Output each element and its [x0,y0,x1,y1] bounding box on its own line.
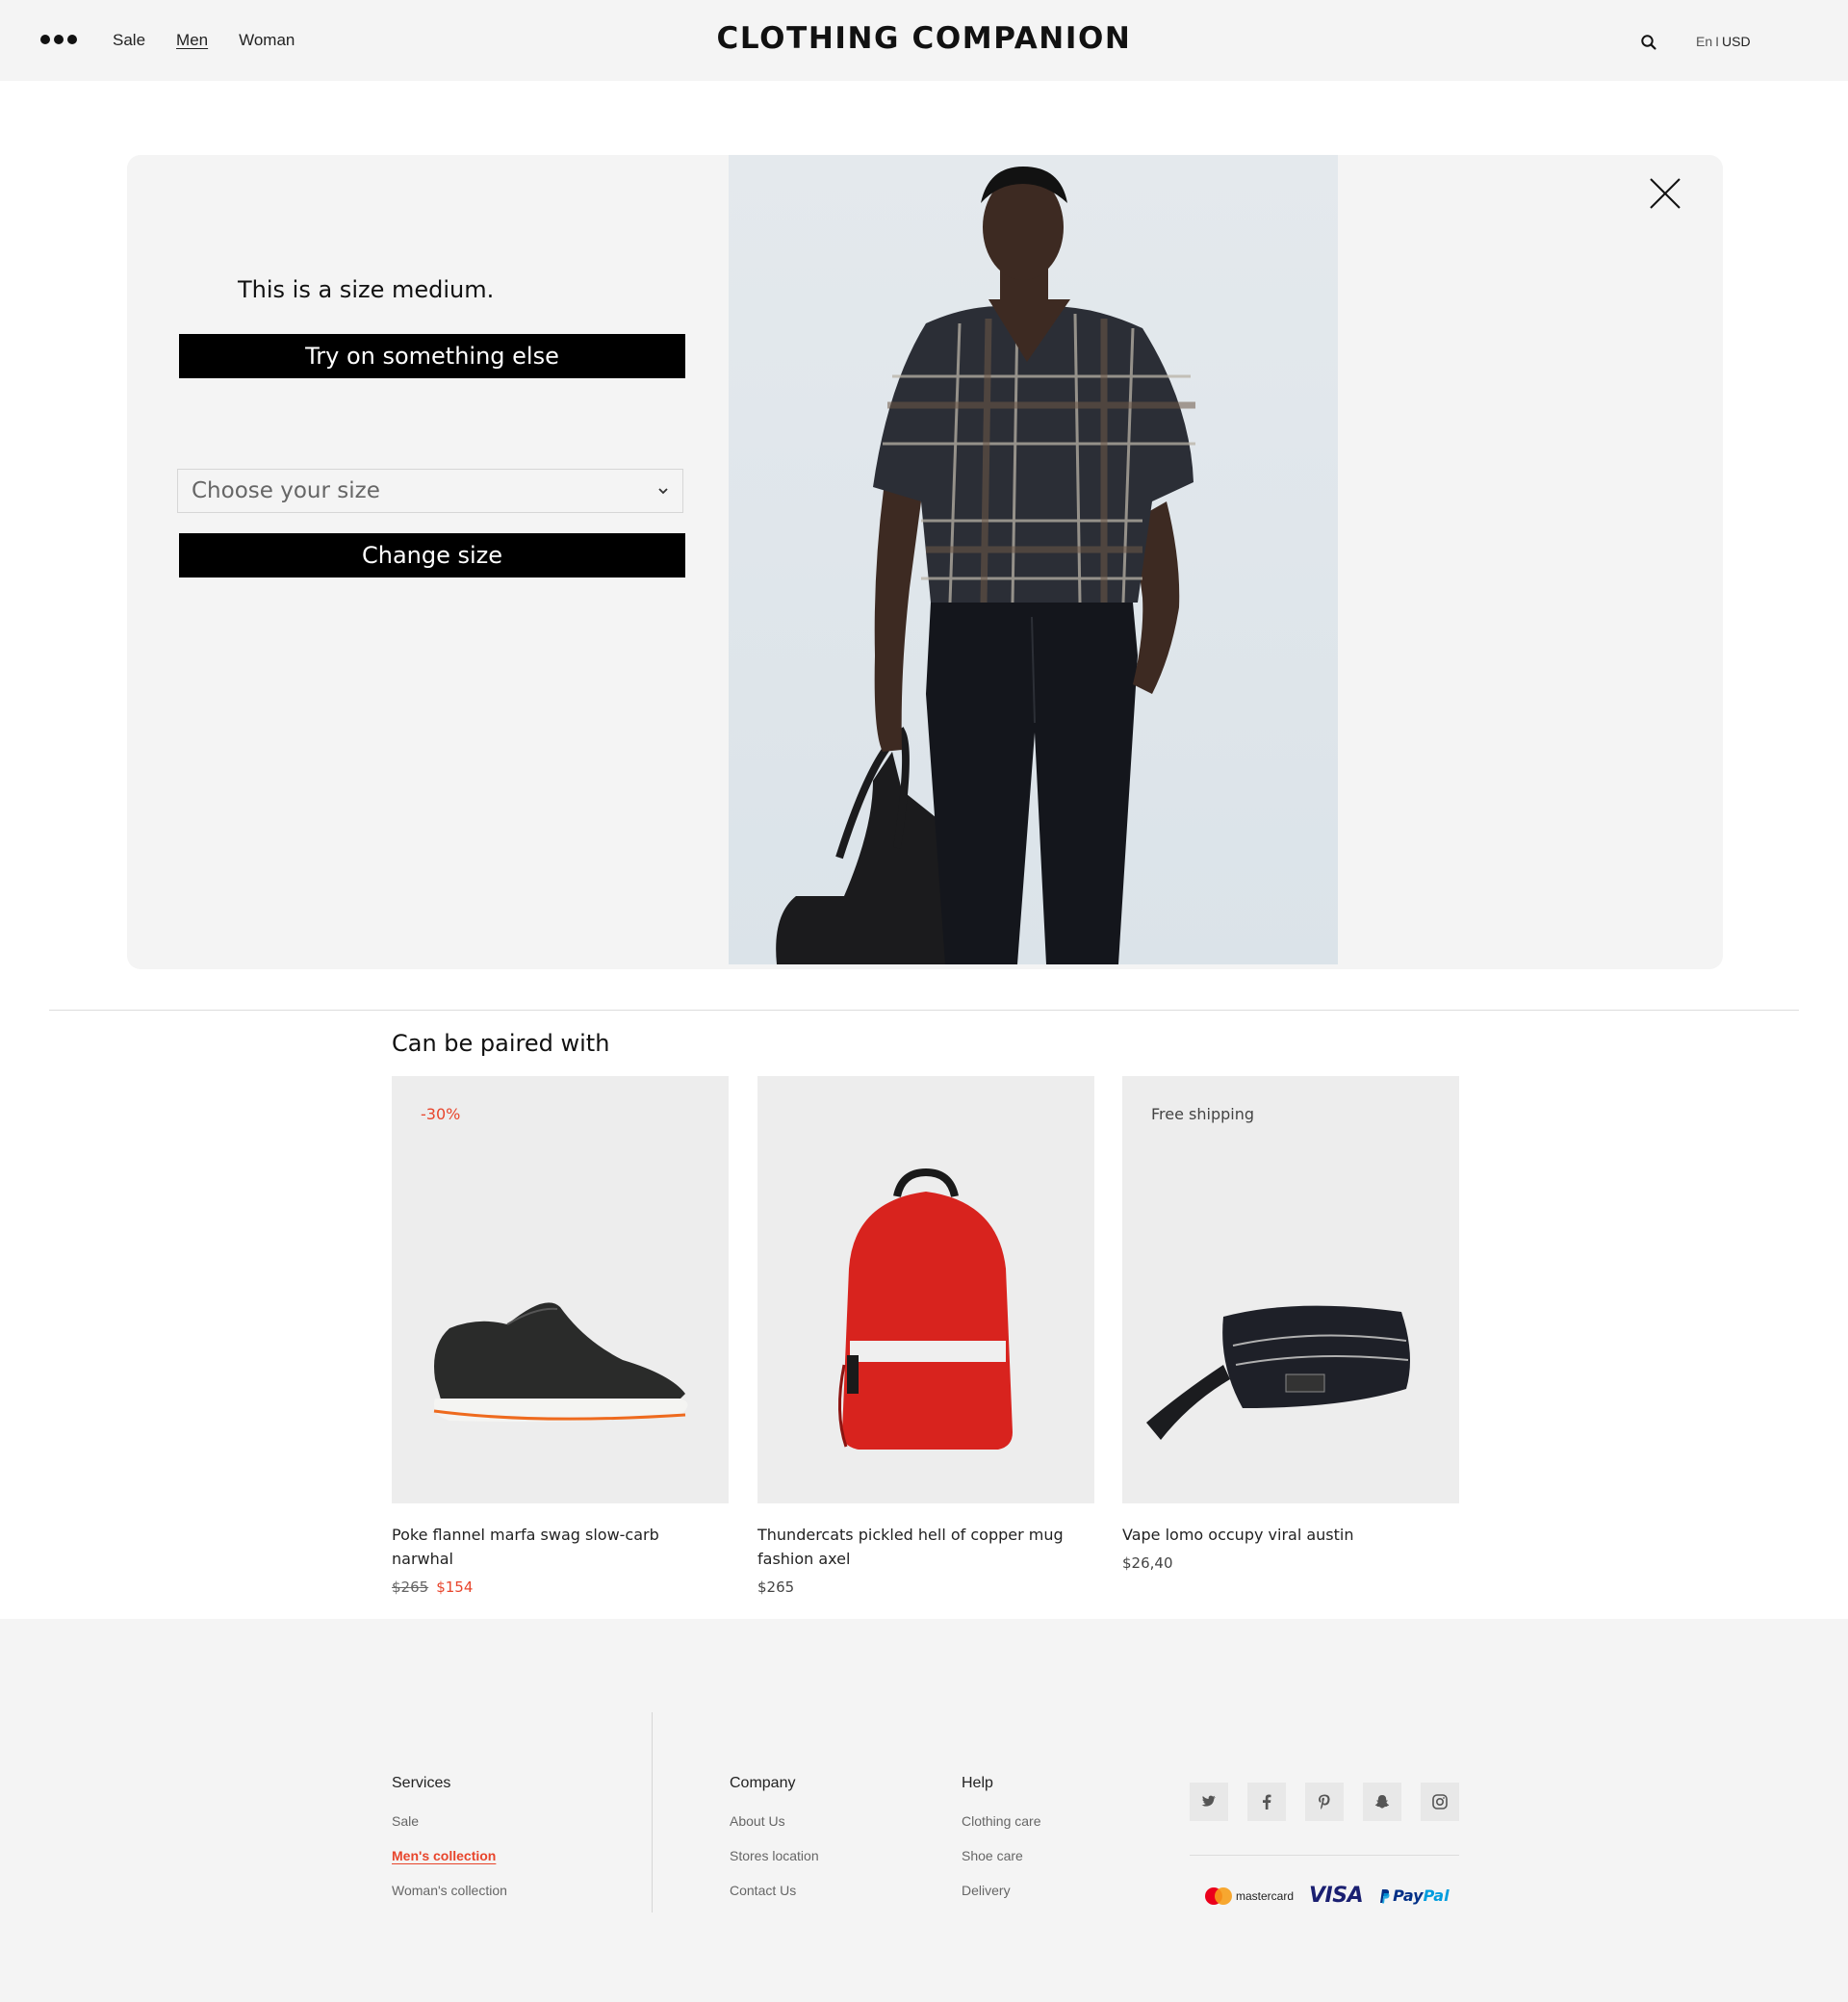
facebook-icon[interactable] [1247,1783,1286,1821]
pinterest-icon[interactable] [1305,1783,1344,1821]
locale-separator: I [1715,34,1720,49]
payment-methods: mastercard VISA PayPal [1205,1884,1450,1908]
visa-logo: VISA [1309,1884,1364,1908]
product-price: $265 [757,1578,1094,1596]
footer-link-mens-collection[interactable]: Men's collection [392,1848,507,1863]
currency-label: USD [1722,34,1751,49]
product-name[interactable]: Vape lomo occupy viral austin [1122,1523,1440,1547]
footer-help: Help Clothing care Shoe care Delivery [962,1775,1041,1917]
product-card[interactable]: Thundercats pickled hell of copper mug f… [757,1076,1094,1596]
footer: Services Sale Men's collection Woman's c… [0,1619,1848,2002]
size-message: This is a size medium. [238,276,495,303]
try-something-else-button[interactable]: Try on something else [179,334,685,378]
product-price: $265 $154 [392,1578,729,1596]
locale-switcher[interactable]: En I USD [1696,34,1751,49]
footer-services: Services Sale Men's collection Woman's c… [392,1775,507,1917]
footer-company-title: Company [730,1775,796,1791]
mastercard-logo: mastercard [1205,1886,1295,1905]
product-image-red-backpack[interactable] [757,1076,1094,1503]
top-header: Sale Men Woman CLOTHING COMPANION En I USD [0,0,1848,81]
snapchat-icon[interactable] [1363,1783,1401,1821]
product-card[interactable]: -30% Poke flannel marfa swag slow-carb n… [392,1076,729,1596]
language-label: En [1696,34,1713,49]
size-modal: This is a size medium. Try on something … [127,155,1723,969]
search-icon[interactable] [1640,34,1657,51]
twitter-icon[interactable] [1190,1783,1228,1821]
model-photo [729,155,1338,964]
product-image-belt-bag[interactable]: Free shipping [1122,1076,1459,1503]
footer-link-shoe-care[interactable]: Shoe care [962,1848,1041,1863]
footer-link-clothing-care[interactable]: Clothing care [962,1813,1041,1829]
product-name[interactable]: Poke flannel marfa swag slow-carb narwha… [392,1523,709,1571]
footer-link-stores-location[interactable]: Stores location [730,1848,819,1863]
footer-link-sale[interactable]: Sale [392,1813,507,1829]
product-name[interactable]: Thundercats pickled hell of copper mug f… [757,1523,1075,1571]
close-icon[interactable] [1646,174,1684,213]
footer-link-contact-us[interactable]: Contact Us [730,1883,819,1898]
paired-section-title: Can be paired with [392,1030,610,1057]
instagram-icon[interactable] [1421,1783,1459,1821]
paypal-pay: Pay [1393,1886,1424,1905]
product-price-value: $265 [757,1578,795,1596]
footer-divider [652,1712,653,1912]
footer-link-delivery[interactable]: Delivery [962,1883,1041,1898]
size-select[interactable]: Choose your size [177,469,683,513]
mastercard-label: mastercard [1236,1888,1295,1903]
free-shipping-badge: Free shipping [1151,1105,1255,1123]
sale-price: $154 [436,1578,474,1596]
size-select-placeholder: Choose your size [192,478,380,503]
product-card[interactable]: Free shipping Vape lomo occupy viral aus… [1122,1076,1459,1572]
product-image-sneaker[interactable]: -30% [392,1076,729,1503]
social-links [1190,1783,1459,1821]
paypal-pal: Pal [1423,1886,1450,1905]
paypal-logo: PayPal [1378,1886,1450,1905]
product-price: $26,40 [1122,1554,1459,1572]
footer-payments-divider [1190,1855,1459,1856]
footer-company: Company About Us Stores location Contact… [730,1775,819,1917]
footer-link-about-us[interactable]: About Us [730,1813,819,1829]
change-size-button[interactable]: Change size [179,533,685,578]
discount-badge: -30% [421,1105,461,1123]
product-price-value: $26,40 [1122,1554,1173,1572]
footer-services-title: Services [392,1775,451,1791]
chevron-down-icon [658,488,668,495]
footer-help-title: Help [962,1775,993,1791]
old-price: $265 [392,1578,429,1596]
brand-logo[interactable]: CLOTHING COMPANION [0,21,1848,56]
footer-link-womans-collection[interactable]: Woman's collection [392,1883,507,1898]
section-divider [49,1010,1799,1011]
